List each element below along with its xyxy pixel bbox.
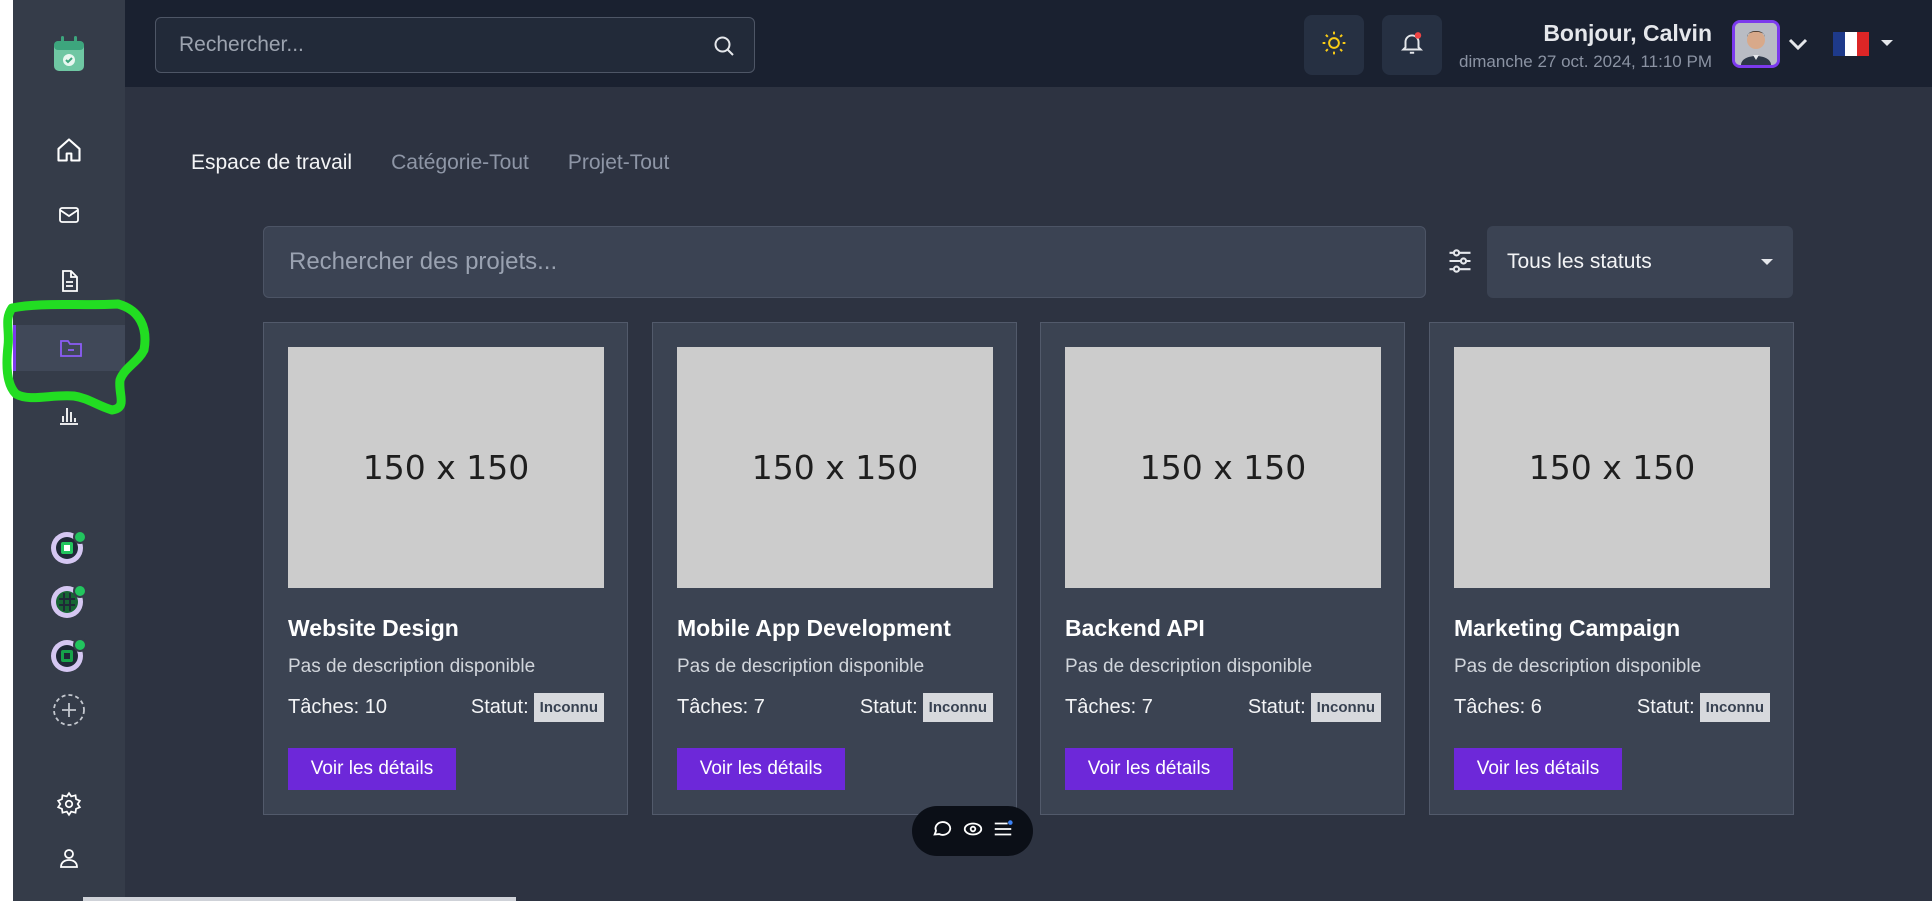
task-count: Tâches: 7 xyxy=(677,696,765,718)
user-icon xyxy=(57,845,81,871)
project-title: Marketing Campaign xyxy=(1454,615,1681,641)
project-image-placeholder: 150 x 150 xyxy=(677,347,993,588)
document-icon xyxy=(57,268,81,294)
workspace-1[interactable] xyxy=(13,528,125,568)
sun-icon xyxy=(1321,30,1347,61)
project-status: Statut: Inconnu xyxy=(1248,693,1381,722)
top-bar: Bonjour, Calvin dimanche 27 oct. 2024, 1… xyxy=(125,0,1932,87)
chevron-down-icon[interactable] xyxy=(1787,36,1809,57)
mail-icon xyxy=(57,203,81,227)
status-label: Statut: xyxy=(859,696,918,718)
status-badge: Inconnu xyxy=(1699,693,1770,722)
global-search xyxy=(155,17,755,73)
search-icon[interactable] xyxy=(712,34,736,63)
project-status: Statut: Inconnu xyxy=(1637,693,1770,722)
greeting-text: Bonjour, Calvin xyxy=(1543,20,1712,46)
project-description: Pas de description disponible xyxy=(1454,656,1702,677)
task-count: Tâches: 7 xyxy=(1065,696,1153,718)
main-content: Espace de travail Catégorie-Tout Projet-… xyxy=(125,87,1932,901)
current-datetime: dimanche 27 oct. 2024, 11:10 PM xyxy=(1459,52,1712,71)
comment-icon[interactable] xyxy=(931,818,953,845)
workspace-3[interactable] xyxy=(13,636,125,676)
tab-workspace[interactable]: Espace de travail xyxy=(191,151,352,175)
status-label: Statut: xyxy=(1247,696,1306,718)
france-flag-icon[interactable] xyxy=(1833,32,1869,61)
project-meta: Tâches: 10 Statut: Inconnu xyxy=(288,693,604,722)
project-image-placeholder: 150 x 150 xyxy=(288,347,604,588)
project-meta: Tâches: 6 Statut: Inconnu xyxy=(1454,693,1770,722)
project-search xyxy=(263,226,1426,298)
status-label: Statut: xyxy=(470,696,529,718)
project-card: 150 x 150 Marketing Campaign Pas de desc… xyxy=(1429,322,1794,815)
floating-toolbar xyxy=(912,806,1033,856)
workspace-2[interactable] xyxy=(13,582,125,622)
project-title: Backend API xyxy=(1065,615,1205,641)
app-logo[interactable] xyxy=(13,32,125,76)
sidebar xyxy=(13,0,125,901)
add-workspace-button[interactable] xyxy=(13,690,125,730)
project-description: Pas de description disponible xyxy=(677,656,925,677)
project-meta: Tâches: 7 Statut: Inconnu xyxy=(1065,693,1381,722)
bell-icon xyxy=(1399,30,1425,61)
project-search-input[interactable] xyxy=(264,227,1425,297)
project-image-placeholder: 150 x 150 xyxy=(1454,347,1770,588)
filter-sliders-icon[interactable] xyxy=(1446,247,1474,280)
sidebar-item-documents[interactable] xyxy=(13,259,125,303)
project-card: 150 x 150 Website Design Pas de descript… xyxy=(263,322,628,815)
view-details-button[interactable]: Voir les détails xyxy=(677,748,845,790)
view-details-button[interactable]: Voir les détails xyxy=(1454,748,1622,790)
status-filter-value: Tous les statuts xyxy=(1507,250,1652,273)
tab-category[interactable]: Catégorie-Tout xyxy=(391,151,529,175)
notifications-button[interactable] xyxy=(1382,15,1442,75)
home-icon xyxy=(55,136,83,164)
project-title: Website Design xyxy=(288,615,459,641)
project-card: 150 x 150 Mobile App Development Pas de … xyxy=(652,322,1017,815)
project-description: Pas de description disponible xyxy=(1065,656,1313,677)
global-search-input[interactable] xyxy=(156,18,754,72)
language-caret-icon[interactable] xyxy=(1881,40,1893,46)
sidebar-item-settings[interactable] xyxy=(13,784,125,824)
task-count: Tâches: 10 xyxy=(288,696,387,718)
dropdown-caret-icon xyxy=(1761,259,1773,265)
theme-toggle-button[interactable] xyxy=(1304,15,1364,75)
project-meta: Tâches: 7 Statut: Inconnu xyxy=(677,693,993,722)
status-badge: Inconnu xyxy=(922,693,993,722)
avatar[interactable] xyxy=(1732,20,1780,68)
user-greeting: Bonjour, Calvin dimanche 27 oct. 2024, 1… xyxy=(1459,20,1712,72)
plus-icon xyxy=(52,693,86,727)
status-label: Statut: xyxy=(1636,696,1695,718)
sidebar-item-mail[interactable] xyxy=(13,193,125,237)
menu-icon[interactable] xyxy=(992,818,1014,845)
view-details-button[interactable]: Voir les détails xyxy=(288,748,456,790)
sidebar-item-home[interactable] xyxy=(13,128,125,172)
project-status: Statut: Inconnu xyxy=(860,693,993,722)
horizontal-scrollbar[interactable] xyxy=(83,897,516,901)
project-title: Mobile App Development xyxy=(677,615,951,641)
tab-project[interactable]: Projet-Tout xyxy=(568,151,670,175)
status-badge: Inconnu xyxy=(1310,693,1381,722)
project-description: Pas de description disponible xyxy=(288,656,536,677)
status-badge: Inconnu xyxy=(533,693,604,722)
highlight-annotation xyxy=(2,299,150,415)
sidebar-item-profile[interactable] xyxy=(13,838,125,878)
project-image-placeholder: 150 x 150 xyxy=(1065,347,1381,588)
view-details-button[interactable]: Voir les détails xyxy=(1065,748,1233,790)
task-count: Tâches: 6 xyxy=(1454,696,1542,718)
status-filter-select[interactable]: Tous les statuts xyxy=(1487,226,1793,298)
project-status: Statut: Inconnu xyxy=(471,693,604,722)
eye-icon[interactable] xyxy=(962,818,984,845)
settings-icon xyxy=(56,791,82,817)
breadcrumb-tabs: Espace de travail Catégorie-Tout Projet-… xyxy=(191,151,669,175)
project-card: 150 x 150 Backend API Pas de description… xyxy=(1040,322,1405,815)
